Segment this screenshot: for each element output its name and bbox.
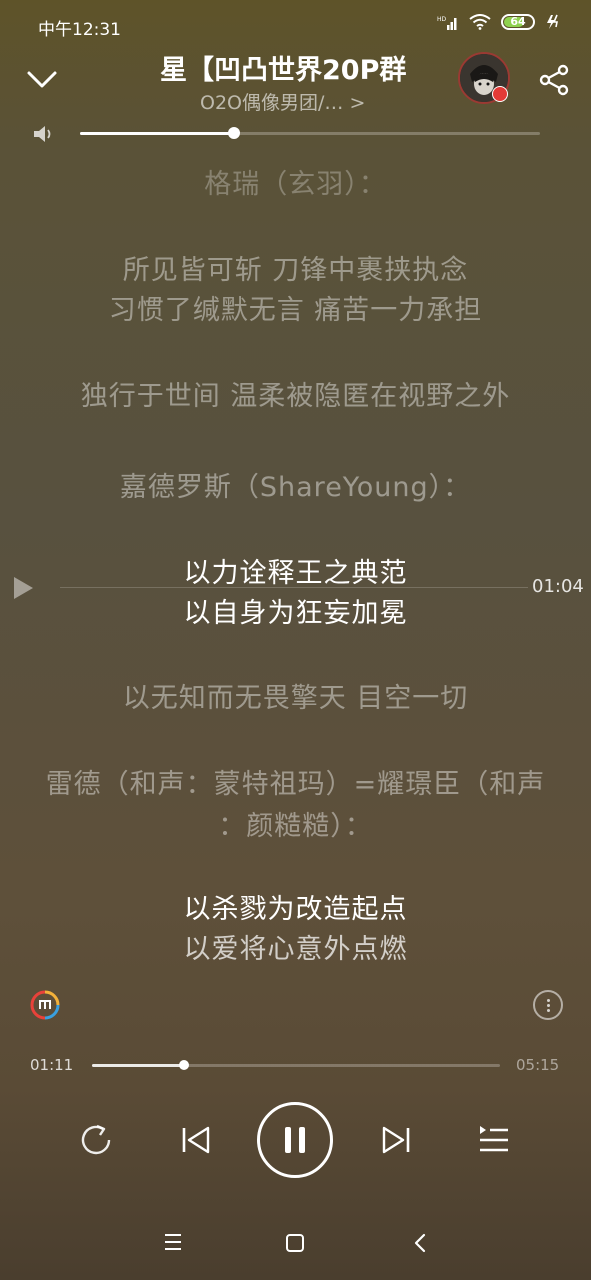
playlist-icon[interactable] <box>474 1120 514 1160</box>
svg-text:HD: HD <box>437 16 447 23</box>
volume-slider-thumb[interactable] <box>228 127 240 139</box>
volume-slider-fill <box>80 132 234 135</box>
lyric-line-current: 以力诠释王之典范 <box>183 558 408 589</box>
wifi-icon <box>469 14 491 30</box>
lyric-line-current: 以自身为狂妄加冕 <box>183 598 408 629</box>
repeat-icon[interactable] <box>76 1120 116 1160</box>
music-app-logo-icon[interactable] <box>30 990 60 1020</box>
skip-previous-icon[interactable] <box>176 1120 216 1160</box>
skip-next-icon[interactable] <box>376 1120 416 1160</box>
back-icon[interactable] <box>410 1232 430 1254</box>
lyric-line: 以杀戮为改造起点 <box>183 894 408 925</box>
progress-thumb[interactable] <box>179 1060 189 1070</box>
pause-icon <box>285 1127 305 1153</box>
lyric-line: 格瑞（玄羽）： <box>204 169 387 200</box>
lyric-line: 独行于世间 温柔被隐匿在视野之外 <box>80 381 511 412</box>
charging-icon <box>547 14 558 29</box>
progress-fill <box>92 1064 184 1067</box>
status-time: 中午12:31 <box>38 20 121 40</box>
chevron-down-icon[interactable] <box>24 62 60 98</box>
share-icon[interactable] <box>536 62 572 98</box>
battery-level: 64 <box>510 15 526 28</box>
battery-indicator: 64 <box>501 14 535 30</box>
total-time: 05:15 <box>516 1056 560 1074</box>
play-from-line-icon[interactable] <box>12 576 34 600</box>
lyric-line: ：颜糙糙）： <box>218 811 373 842</box>
recent-apps-icon[interactable] <box>160 1232 186 1252</box>
status-icons: HD 64 <box>437 14 561 30</box>
home-icon[interactable] <box>284 1232 306 1254</box>
song-title[interactable]: 星【凹凸世界20P群 <box>160 48 426 87</box>
current-time: 01:11 <box>30 1056 74 1074</box>
play-pause-button[interactable] <box>257 1102 333 1178</box>
lyric-line: 嘉德罗斯（ShareYoung）： <box>119 472 472 503</box>
follow-badge <box>492 86 508 102</box>
lyric-line: 以爱将心意外点燃 <box>183 934 408 965</box>
lyric-seek-time: 01:04 <box>532 576 584 597</box>
lyric-line: 所见皆可斩 刀锋中裹挟执念 <box>122 255 469 286</box>
song-artist[interactable]: O2O偶像男团/… > <box>200 88 365 115</box>
more-vertical-icon[interactable] <box>533 990 563 1020</box>
lyric-line: 雷德（和声：蒙特祖玛）=耀璟臣（和声 <box>45 769 546 800</box>
lyric-line: 以无知而无畏擎天 目空一切 <box>122 683 469 714</box>
signal-icon: HD <box>437 16 457 30</box>
volume-icon <box>34 126 51 142</box>
lyric-seek-line <box>60 587 528 588</box>
lyric-line: 习惯了缄默无言 痛苦一力承担 <box>108 295 483 326</box>
